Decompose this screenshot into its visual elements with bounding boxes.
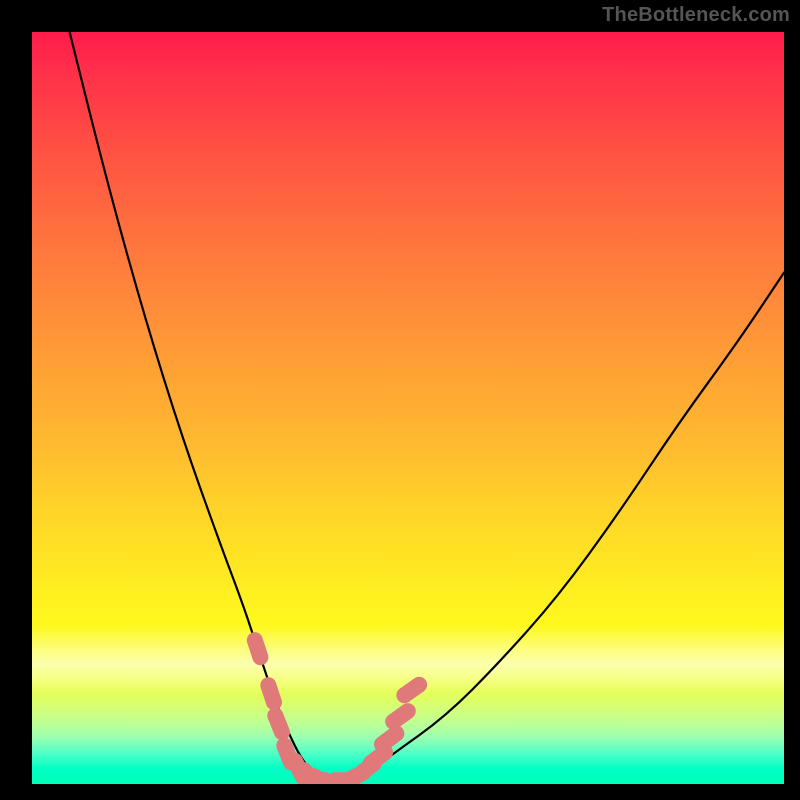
trough-marker — [371, 752, 385, 763]
watermark-text: TheBottleneck.com — [602, 4, 790, 27]
trough-marker — [255, 640, 261, 657]
plot-area — [32, 32, 784, 784]
trough-marker — [404, 685, 419, 695]
trough-markers — [255, 640, 419, 784]
trough-marker — [382, 734, 396, 745]
chart-frame: TheBottleneck.com — [0, 0, 800, 800]
trough-marker — [393, 711, 408, 722]
bottleneck-curve-path — [70, 32, 784, 784]
curve-layer — [32, 32, 784, 784]
trough-marker — [275, 716, 282, 733]
trough-marker — [268, 685, 274, 702]
